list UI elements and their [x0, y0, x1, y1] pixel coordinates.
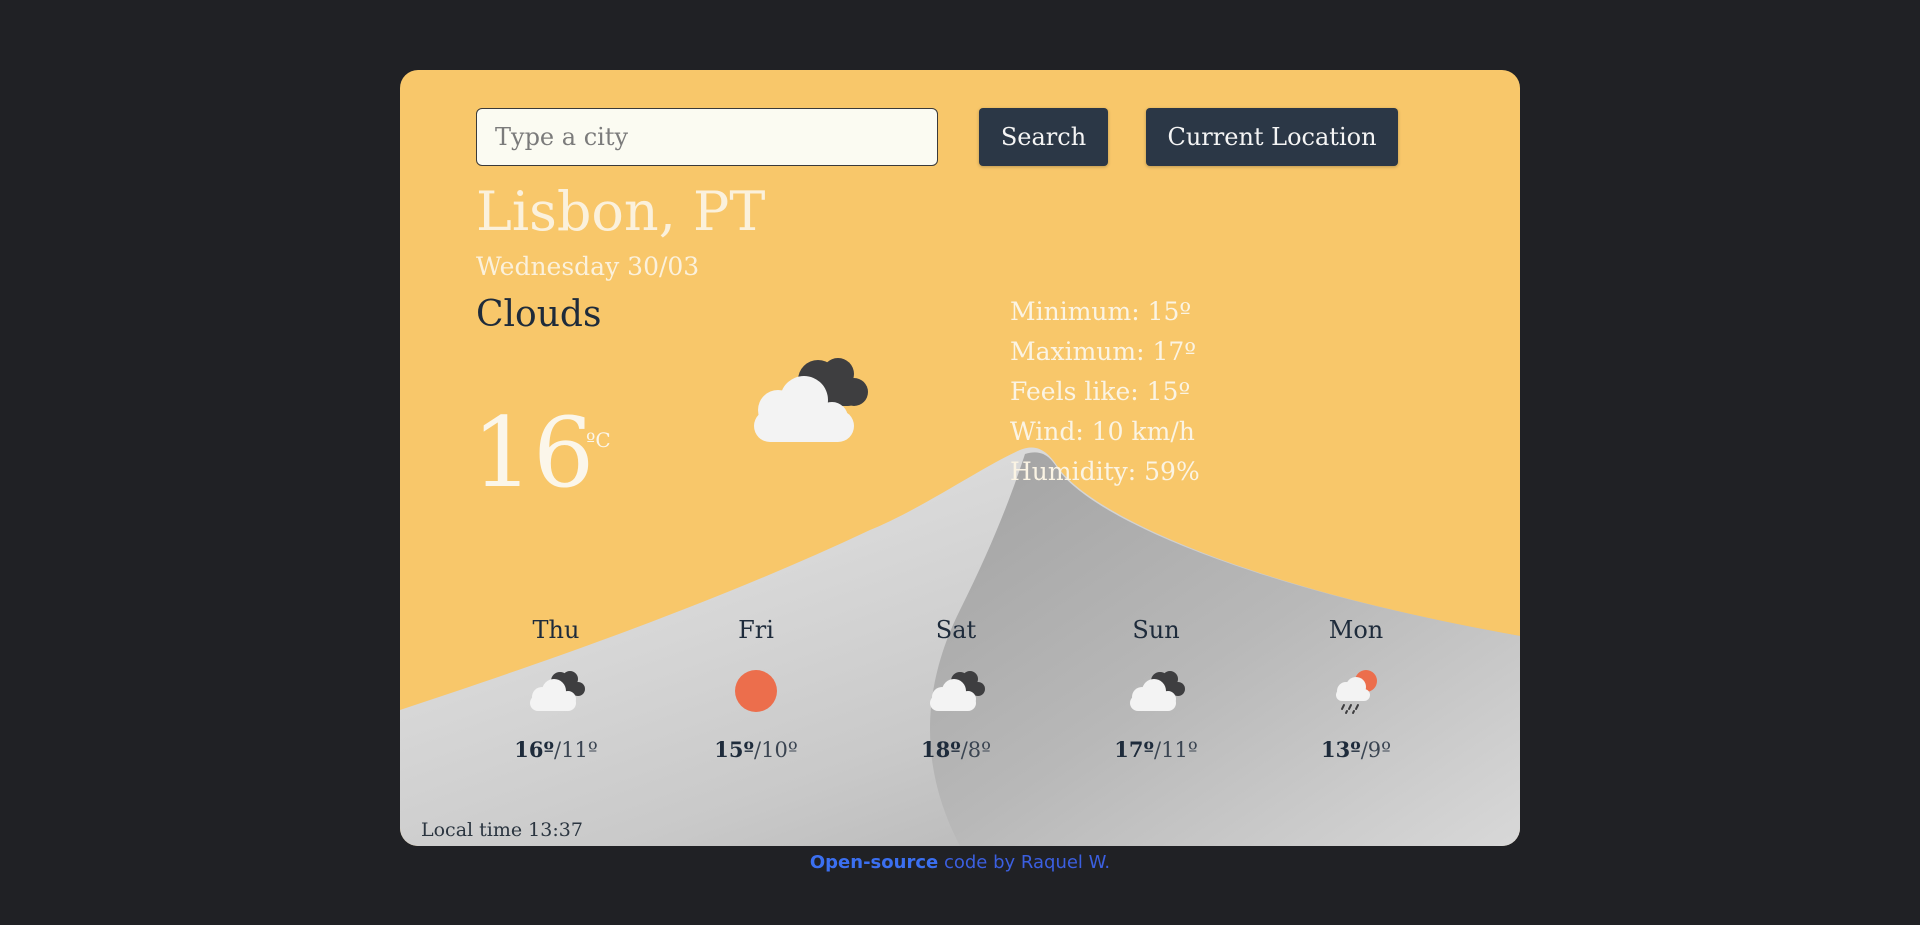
forecast-max-temp: 18º: [920, 737, 961, 762]
current-date: Wednesday 30/03: [476, 252, 700, 281]
forecast-max-temp: 13º: [1320, 737, 1361, 762]
search-button[interactable]: Search: [979, 108, 1108, 166]
forecast-temperatures: 13º/9º: [1286, 737, 1426, 762]
forecast-min-temp: /11º: [1154, 738, 1198, 762]
broken-clouds-icon: [1130, 671, 1185, 711]
footer-author-text: code by Raquel W.: [938, 852, 1111, 873]
forecast-min-temp: /9º: [1360, 738, 1392, 762]
current-temperature: 16: [472, 397, 595, 509]
detail-wind: Wind: 10 km/h: [1010, 417, 1195, 446]
city-search-input[interactable]: [476, 108, 938, 166]
broken-clouds-icon: [530, 671, 585, 711]
forecast-day-name: Sat: [935, 616, 977, 644]
detail-maximum: Maximum: 17º: [1010, 337, 1197, 366]
forecast-max-temp: 15º: [714, 737, 755, 762]
broken-clouds-icon: [930, 671, 985, 711]
current-location-button[interactable]: Current Location: [1146, 108, 1398, 166]
temperature-unit-celsius[interactable]: ºC: [586, 428, 611, 452]
forecast-day-name: Fri: [738, 616, 774, 644]
footer-credit: Open-source code by Raquel W.: [0, 852, 1920, 873]
open-source-link[interactable]: Open-source: [810, 852, 938, 873]
forecast-temperatures: 17º/11º: [1086, 737, 1226, 762]
forecast-day: Thu 16º/11º: [486, 615, 626, 762]
broken-clouds-icon: [754, 358, 868, 442]
forecast-min-temp: /8º: [960, 738, 992, 762]
forecast-day: Fri 15º/10º: [686, 615, 826, 762]
local-time: Local time 13:37: [421, 819, 583, 841]
weather-condition: Clouds: [476, 294, 602, 335]
forecast-day: Sun 17º/11º: [1086, 615, 1226, 762]
city-name: Lisbon, PT: [476, 180, 766, 243]
forecast-temperatures: 15º/10º: [686, 737, 826, 762]
detail-feels-like: Feels like: 15º: [1010, 377, 1191, 406]
forecast-min-temp: /10º: [754, 738, 798, 762]
forecast-day: Mon 13º/9º: [1286, 615, 1426, 762]
forecast-day-name: Sun: [1132, 616, 1180, 644]
detail-humidity: Humidity: 59%: [1010, 457, 1200, 486]
clear-sun-icon: [735, 670, 777, 712]
rain-sun-icon: [1336, 670, 1377, 714]
forecast-day-name: Mon: [1328, 616, 1384, 644]
forecast-max-temp: 17º: [1114, 737, 1155, 762]
weather-details-list: Minimum: 15º Maximum: 17º Feels like: 15…: [1010, 292, 1200, 492]
weather-card: Search Current Location Lisbon, PT Wedne…: [400, 70, 1520, 846]
forecast-min-temp: /11º: [554, 738, 598, 762]
forecast-temperatures: 16º/11º: [486, 737, 626, 762]
forecast-day-name: Thu: [532, 616, 580, 644]
forecast-temperatures: 18º/8º: [886, 737, 1026, 762]
forecast-max-temp: 16º: [514, 737, 555, 762]
forecast-day: Sat 18º/8º: [886, 615, 1026, 762]
detail-minimum: Minimum: 15º: [1010, 297, 1192, 326]
